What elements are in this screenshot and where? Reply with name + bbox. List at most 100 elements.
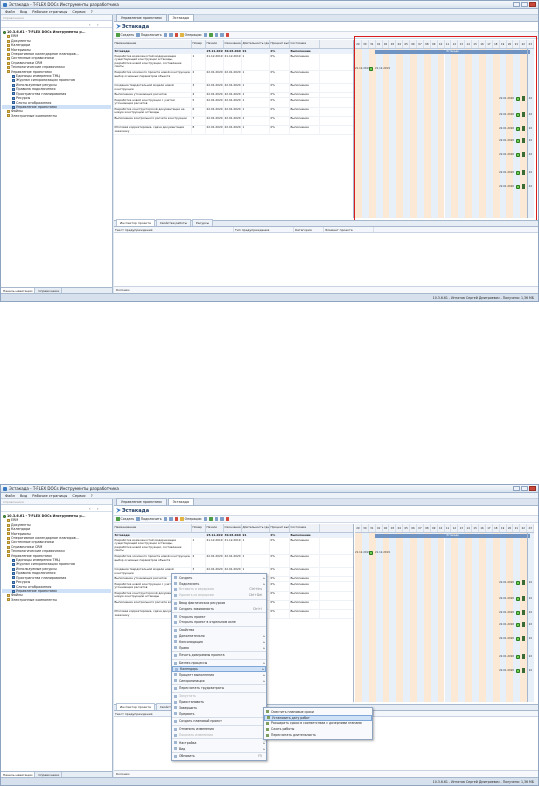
context-menu-item[interactable]: Создать зависимость Ctrl+I	[172, 606, 266, 612]
col-percent[interactable]: Процент вып...	[270, 40, 290, 48]
gantt-chart[interactable]: 29 30 31 01 02 03 04 05 06 07 08 09 10 11 12 13 14 15 16 17…	[355, 524, 534, 702]
table-row[interactable]: Создание твердотельной модели новой конс…	[114, 83, 353, 93]
tree-node[interactable]: Электронные компоненты	[2, 598, 111, 602]
create-button[interactable]: Создать	[116, 517, 134, 521]
minimize-button[interactable]	[513, 2, 520, 7]
context-menu-item[interactable]: Создать плановый проект	[172, 719, 266, 725]
menu-service[interactable]: Сервис	[72, 494, 85, 498]
back-arrow-icon[interactable]: ‹	[89, 22, 91, 27]
table-row[interactable]: Разработка новой конструкции с учетом ут…	[114, 98, 353, 108]
filter-button[interactable]	[203, 517, 207, 521]
back-arrow-icon[interactable]: ‹	[89, 506, 91, 511]
menu-workpages[interactable]: Рабочие страницы	[32, 10, 67, 14]
pause-button[interactable]	[220, 517, 224, 521]
context-menu-item[interactable]: Печать диаграммы проекта	[172, 653, 266, 659]
table-row[interactable]: Разработка эскизного проекта новой конст…	[114, 554, 353, 568]
col-duration[interactable]: Длительность (дни)	[242, 40, 270, 48]
tab-estakada[interactable]: Эстакада	[167, 498, 194, 505]
context-menu-item[interactable]: Права ▸	[172, 645, 266, 651]
col-state[interactable]: Состояние	[290, 40, 320, 48]
tab-project-management[interactable]: Управление проектами	[116, 498, 167, 505]
col-warning-type[interactable]: Тип предупреждения	[234, 227, 294, 232]
col-number[interactable]: Номер	[192, 40, 206, 48]
gantt-milestone[interactable]	[516, 623, 520, 627]
close-button[interactable]	[529, 486, 536, 491]
context-menu-item[interactable]: Вид ▸	[172, 746, 266, 752]
tab-project-inspector[interactable]: Инспектор проекта	[116, 219, 155, 226]
columns-footer[interactable]: Колонки	[114, 770, 538, 777]
forward-arrow-icon[interactable]: ›	[97, 22, 99, 27]
gantt-summary-bar[interactable]: Эстакада	[375, 534, 530, 538]
forward-arrow-icon[interactable]: ›	[97, 506, 99, 511]
tab-project-inspector[interactable]: Инспектор проекта	[116, 703, 155, 710]
table-row[interactable]: Разработка возможностей модернизации сущ…	[114, 54, 353, 71]
col-name[interactable]: Наименование	[114, 40, 192, 48]
play-button[interactable]	[214, 33, 218, 37]
refresh-button[interactable]	[209, 517, 213, 521]
col-duration[interactable]: Длительность (дни)	[242, 524, 270, 532]
tree-node[interactable]: Электронные компоненты	[2, 114, 111, 118]
context-menu-item[interactable]: Открыть проект в отдельном окне	[172, 620, 266, 626]
operations-button[interactable]: Операции	[180, 33, 202, 37]
connect-button[interactable]: Подключить	[136, 33, 162, 37]
table-row[interactable]: Выполнение контрольного расчета конструк…	[114, 116, 353, 126]
gantt-milestone[interactable]	[516, 669, 520, 673]
menu-workpages[interactable]: Рабочие страницы	[32, 494, 67, 498]
pause-button[interactable]	[220, 33, 224, 37]
maximize-button[interactable]	[521, 486, 528, 491]
menu-view[interactable]: Вид	[20, 10, 27, 14]
col-end[interactable]: Окончание	[224, 524, 242, 532]
gantt-milestone[interactable]	[516, 637, 520, 641]
stop-button[interactable]	[225, 517, 229, 521]
table-row[interactable]: Разработка эскизного проекта новой конст…	[114, 70, 353, 84]
play-button[interactable]	[214, 517, 218, 521]
filter-button[interactable]	[203, 33, 207, 37]
context-menu-item[interactable]: Прервать	[172, 711, 266, 717]
gantt-milestone[interactable]	[516, 581, 520, 585]
menu-service[interactable]: Сервис	[72, 10, 85, 14]
context-menu-item[interactable]: Пересчитать трудозатраты	[172, 686, 266, 692]
delete-button[interactable]	[174, 517, 179, 521]
table-row[interactable]: Разработка конструкторской документации …	[114, 107, 353, 117]
table-row[interactable]: Разработка возможностей модернизации сущ…	[114, 538, 353, 555]
menu-file[interactable]: Файл	[5, 494, 15, 498]
redo-button[interactable]	[169, 33, 173, 37]
tab-work-properties[interactable]: Свойства работы	[155, 219, 192, 226]
close-button[interactable]	[529, 2, 536, 7]
menu-view[interactable]: Вид	[20, 494, 27, 498]
create-button[interactable]: Создать	[116, 33, 134, 37]
col-category[interactable]: Категория	[294, 227, 324, 232]
menu-help[interactable]: ?	[91, 10, 93, 14]
gantt-milestone[interactable]	[516, 597, 520, 601]
tab-project-management[interactable]: Управление проектами	[116, 14, 167, 21]
gantt-milestone[interactable]	[369, 551, 373, 555]
context-menu-item[interactable]: Обновить F5	[172, 754, 266, 760]
stop-button[interactable]	[225, 33, 229, 37]
context-menu-item[interactable]: Синхронизация ▸	[172, 678, 266, 684]
undo-button[interactable]	[163, 33, 168, 37]
col-end[interactable]: Окончание	[224, 40, 242, 48]
tab-estakada[interactable]: Эстакада	[167, 14, 194, 21]
col-state[interactable]: Состояние	[290, 524, 320, 532]
table-row[interactable]: Итоговая корректировка, сдача документац…	[114, 125, 353, 136]
col-start[interactable]: Начало	[206, 524, 224, 532]
connect-button[interactable]: Подключить	[136, 517, 162, 521]
menu-file[interactable]: Файл	[5, 10, 15, 14]
col-percent[interactable]: Процент вып...	[270, 524, 290, 532]
maximize-button[interactable]	[521, 2, 528, 7]
gantt-milestone[interactable]	[516, 611, 520, 615]
delete-button[interactable]	[174, 33, 179, 37]
minimize-button[interactable]	[513, 486, 520, 491]
col-start[interactable]: Начало	[206, 40, 224, 48]
col-name[interactable]: Наименование	[114, 524, 192, 532]
undo-button[interactable]	[163, 517, 168, 521]
gantt-milestone[interactable]	[516, 655, 520, 659]
col-number[interactable]: Номер	[192, 524, 206, 532]
menu-help[interactable]: ?	[91, 494, 93, 498]
submenu-item[interactable]: Пересчитать длительность	[264, 732, 372, 738]
col-warning-text[interactable]: Текст предупреждения	[114, 227, 234, 232]
operations-button[interactable]: Операции	[180, 517, 202, 521]
refresh-button[interactable]	[209, 33, 213, 37]
tab-resources[interactable]: Ресурсы	[192, 219, 214, 226]
columns-footer[interactable]: Колонки	[114, 286, 538, 293]
